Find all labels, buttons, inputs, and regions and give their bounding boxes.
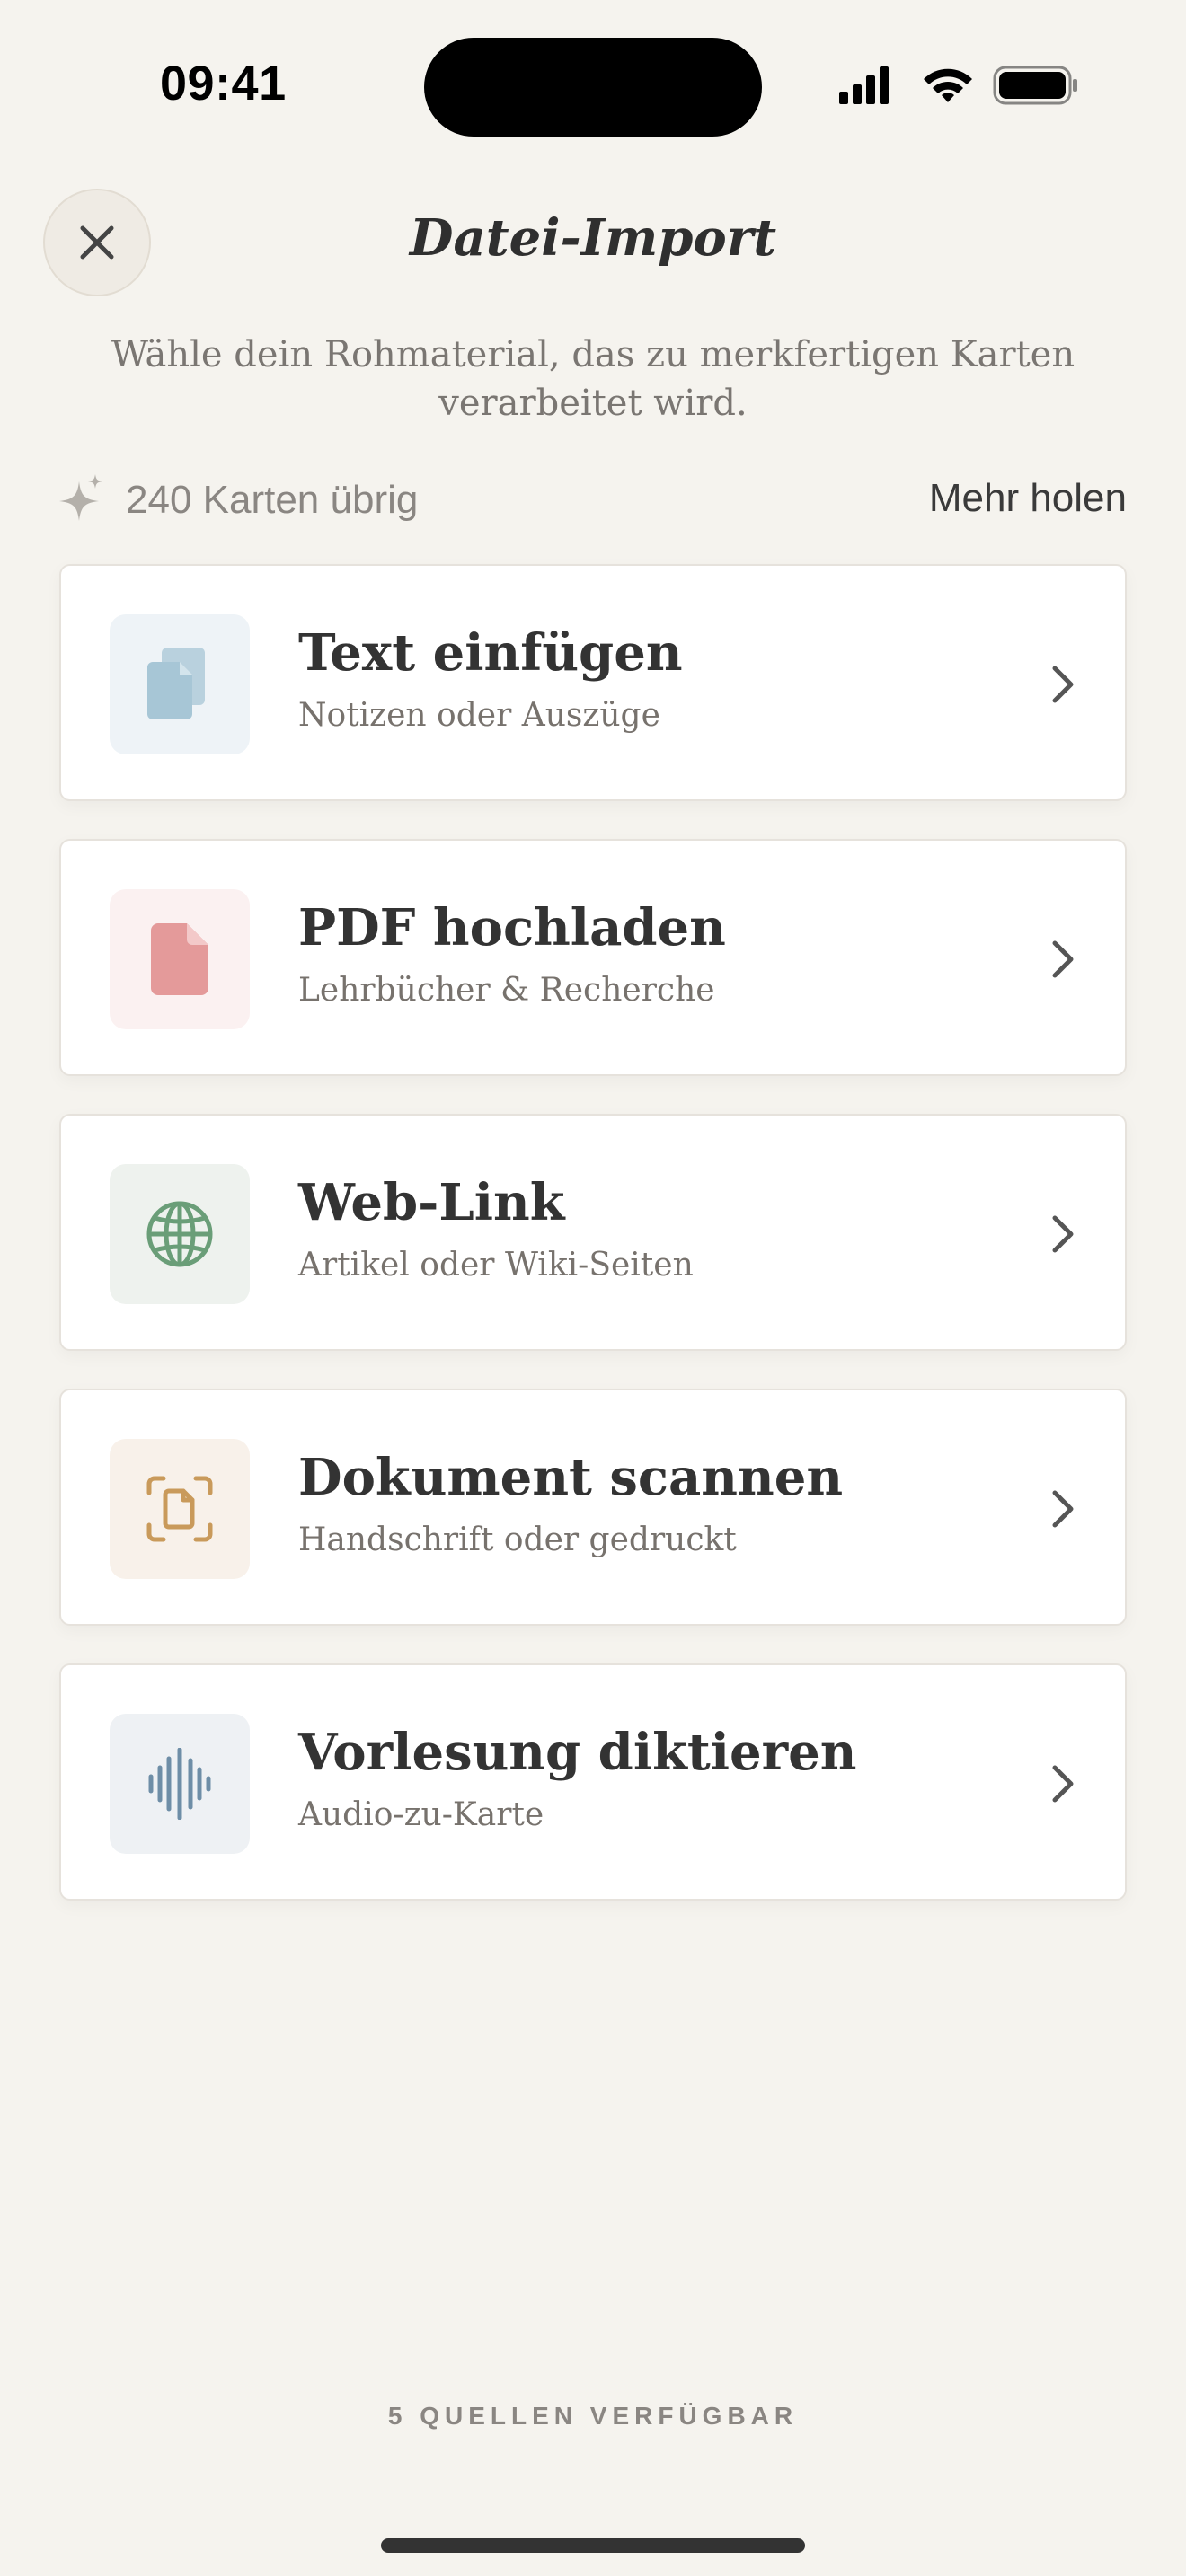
card-title: Text einfügen — [298, 623, 683, 683]
scan-icon — [146, 1476, 213, 1542]
card-subtitle: Handschrift oder gedruckt — [298, 1522, 737, 1558]
chevron-right-icon — [1052, 1765, 1074, 1803]
cellular-signal-icon — [839, 66, 889, 104]
icon-tile — [110, 1164, 250, 1304]
source-card-dictate-lecture[interactable]: Vorlesung diktieren Audio-zu-Karte — [59, 1663, 1127, 1901]
sparkle-icon — [59, 474, 102, 521]
page-title: Datei-Import — [409, 208, 777, 268]
import-screen: 09:41 Datei-Import Wähle dein Rohmateria… — [0, 0, 1186, 2576]
card-title: PDF hochladen — [298, 898, 726, 957]
card-subtitle: Notizen oder Auszüge — [298, 697, 660, 734]
status-time: 09:41 — [160, 57, 287, 110]
card-title: Web-Link — [298, 1173, 565, 1232]
source-card-web-link[interactable]: Web-Link Artikel oder Wiki-Seiten — [59, 1114, 1127, 1351]
card-subtitle: Audio-zu-Karte — [298, 1796, 544, 1833]
page-subtitle: Wähle dein Rohmaterial, das zu merkferti… — [99, 331, 1087, 428]
card-subtitle: Lehrbücher & Recherche — [298, 972, 715, 1009]
cards-remaining: 240 Karten übrig — [126, 478, 419, 522]
home-indicator[interactable] — [381, 2538, 805, 2553]
source-card-paste-text[interactable]: Text einfügen Notizen oder Auszüge — [59, 564, 1127, 801]
card-title: Vorlesung diktieren — [298, 1723, 857, 1782]
waveform-icon — [148, 1748, 211, 1820]
icon-tile — [110, 889, 250, 1029]
card-title: Dokument scannen — [298, 1448, 844, 1507]
get-more-link[interactable]: Mehr holen — [929, 476, 1127, 521]
globe-icon — [146, 1201, 213, 1267]
pdf-icon — [151, 923, 208, 995]
wifi-icon — [924, 68, 972, 102]
source-card-scan-document[interactable]: Dokument scannen Handschrift oder gedruc… — [59, 1389, 1127, 1626]
subtitle-line-1: Wähle dein Rohmaterial, das zu merkferti… — [111, 334, 1075, 375]
subtitle-line-2: verarbeitet wird. — [438, 383, 748, 424]
chevron-right-icon — [1052, 940, 1074, 978]
sources-available-caption: 5 QUELLEN VERFÜGBAR — [387, 2402, 799, 2430]
chevron-right-icon — [1052, 1490, 1074, 1528]
card-subtitle: Artikel oder Wiki-Seiten — [298, 1247, 694, 1284]
status-icons — [839, 66, 1077, 105]
dynamic-island — [424, 38, 762, 137]
chevron-right-icon — [1052, 1215, 1074, 1253]
icon-tile — [110, 614, 250, 754]
icon-tile — [110, 1439, 250, 1579]
paste-icon — [147, 648, 205, 719]
chevron-right-icon — [1052, 666, 1074, 703]
source-card-upload-pdf[interactable]: PDF hochladen Lehrbücher & Recherche — [59, 839, 1127, 1076]
battery-icon — [993, 66, 1077, 105]
icon-tile — [110, 1714, 250, 1854]
